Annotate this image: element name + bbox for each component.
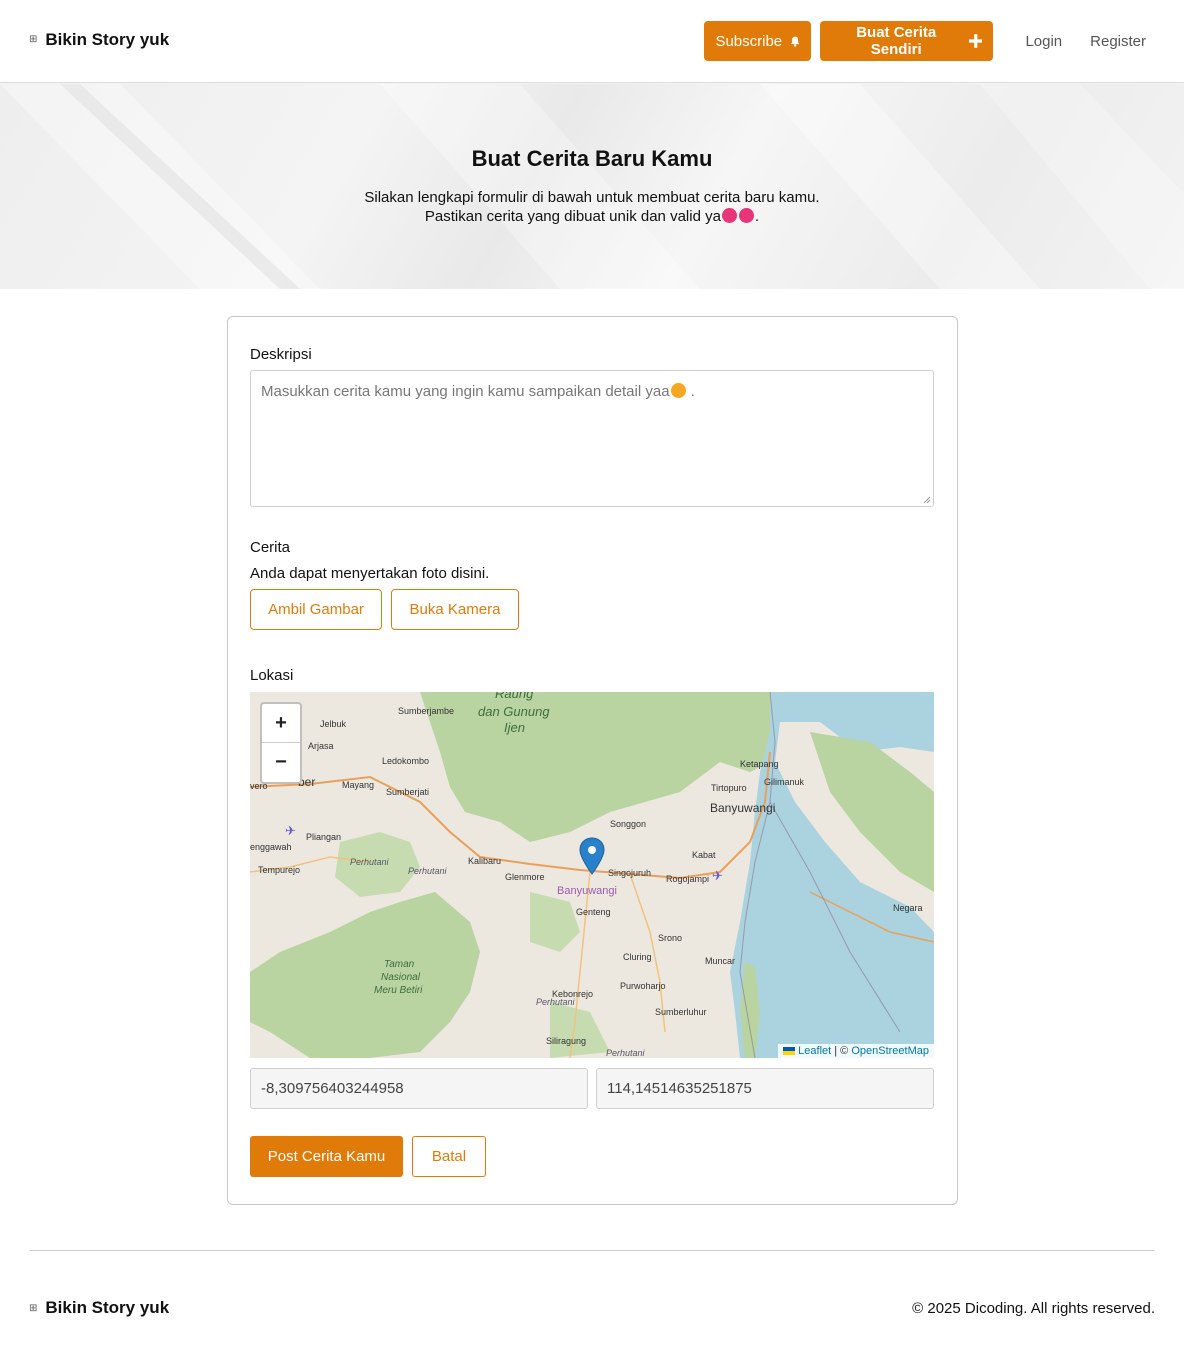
map-label-perhutani-4: Perhutani [606, 1048, 646, 1058]
map-label-gilimanuk: Gilimanuk [764, 777, 805, 787]
map-label-kabat: Kabat [692, 850, 716, 860]
deskripsi-label: Deskripsi [250, 346, 312, 363]
bell-icon [791, 36, 800, 47]
map-label-pliangan: Pliangan [306, 832, 341, 842]
deskripsi-textarea[interactable]: Masukkan cerita kamu yang ingin kamu sam… [250, 370, 934, 507]
map-label-enggawah: enggawah [250, 842, 292, 852]
map-label-perhutani-3: Perhutani [536, 997, 576, 1007]
map-attribution: Leaflet | © OpenStreetMap [778, 1044, 934, 1058]
location-map[interactable]: Raung dan Gunung Ijen Sumberjambe Jelbuk… [250, 692, 934, 1058]
cerita-label: Cerita [250, 539, 291, 556]
map-label-taman-1: Taman [384, 959, 415, 970]
map-label-ketapang: Ketapang [740, 759, 779, 769]
subtitle-line-2-text: Pastikan cerita yang dibuat unik dan val… [424, 208, 721, 225]
buka-kamera-button[interactable]: Buka Kamera [391, 589, 519, 630]
nav-actions: Subscribe Buat Cerita Sendiri Login Regi… [704, 21, 1160, 61]
map-label-taman-2: Nasional [381, 972, 421, 983]
grid-icon: ⊞ [29, 34, 38, 45]
zoom-in-button[interactable]: + [262, 704, 300, 743]
cerita-subtext: Anda dapat menyertakan foto disini. [250, 565, 490, 582]
post-story-button[interactable]: Post Cerita Kamu [250, 1136, 403, 1177]
map-label-purwoharjo: Purwoharjo [620, 981, 666, 991]
map-label-arjasa: Arjasa [308, 741, 334, 751]
airport-icon: ✈ [285, 823, 296, 838]
subtitle-line-1: Silakan lengkapi formulir di bawah untuk… [364, 189, 820, 206]
footer-divider [29, 1250, 1155, 1251]
login-link[interactable]: Login [1011, 33, 1076, 50]
map-label-mayang: Mayang [342, 780, 374, 790]
subtitle-line-2-end: . [754, 208, 760, 225]
subtitle-line-2: Pastikan cerita yang dibuat unik dan val… [0, 207, 1184, 226]
plus-icon [969, 34, 983, 48]
deskripsi-placeholder: Masukkan cerita kamu yang ingin kamu sam… [261, 383, 670, 400]
page-title: Buat Cerita Baru Kamu [471, 146, 713, 171]
map-label-kalibaru: Kalibaru [468, 856, 501, 866]
map-label-sumberjambe: Sumberjambe [398, 706, 454, 716]
leaflet-link[interactable]: Leaflet [798, 1045, 831, 1057]
brand-name: Bikin Story yuk [45, 30, 170, 49]
latitude-input[interactable]: -8,309756403244958 [250, 1068, 588, 1109]
map-label-glenmore: Glenmore [505, 872, 545, 882]
create-story-button[interactable]: Buat Cerita Sendiri [820, 21, 994, 61]
hero-background-pattern [0, 84, 1184, 289]
heart-eyes-emoji-icon [721, 208, 737, 223]
footer-brand: ⊞ Bikin Story yuk [29, 1298, 169, 1318]
map-label-ijen: dan Gunung [478, 704, 550, 719]
map-label-ijen2: Ijen [504, 720, 525, 735]
zoom-control: + − [260, 702, 302, 784]
heart-eyes-emoji-icon [738, 208, 754, 223]
subscribe-button[interactable]: Subscribe [704, 21, 812, 61]
ambil-gambar-button[interactable]: Ambil Gambar [250, 589, 382, 630]
map-label-genteng: Genteng [576, 907, 611, 917]
map-label-perhutani-2: Perhutani [408, 866, 448, 876]
lokasi-label: Lokasi [250, 667, 294, 684]
map-label-muncar: Muncar [705, 956, 735, 966]
ukraine-flag-icon [783, 1047, 796, 1055]
map-label-sumberluhur: Sumberluhur [655, 1007, 707, 1017]
map-label-tempurejo: Tempurejo [258, 865, 300, 875]
map-label-srono: Srono [658, 933, 682, 943]
map-label-banyuwangi-regency: Banyuwangi [557, 885, 617, 897]
longitude-input[interactable]: 114,14514635251875 [596, 1068, 934, 1109]
attribution-separator: | © [831, 1045, 852, 1057]
resize-handle-icon[interactable] [923, 496, 931, 504]
map-label-singojuruh: Singojuruh [608, 868, 651, 878]
map-label-rogojampi: Rogojampi [666, 874, 709, 884]
map-tiles[interactable]: Raung dan Gunung Ijen Sumberjambe Jelbuk… [250, 692, 934, 1058]
map-label-tirtopuro: Tirtopuro [711, 783, 747, 793]
hero-section: Buat Cerita Baru Kamu Silakan lengkapi f… [0, 84, 1184, 289]
subscribe-label: Subscribe [715, 32, 783, 50]
footer-brand-name: Bikin Story yuk [45, 1298, 170, 1317]
create-story-label: Buat Cerita Sendiri [856, 24, 937, 58]
map-label-ledokombo: Ledokombo [382, 756, 429, 766]
map-label-jelbuk: Jelbuk [320, 719, 347, 729]
story-form-card: Deskripsi Masukkan cerita kamu yang ingi… [227, 316, 958, 1205]
map-label-banyuwangi: Banyuwangi [710, 801, 775, 815]
brand[interactable]: ⊞ Bikin Story yuk [29, 30, 169, 50]
register-link[interactable]: Register [1076, 33, 1160, 50]
map-label-cluring: Cluring [623, 952, 652, 962]
map-label-sumberjati: Sumberjati [386, 787, 429, 797]
zoom-out-button[interactable]: − [262, 743, 300, 782]
page-subtitle: Silakan lengkapi formulir di bawah untuk… [0, 188, 1184, 226]
map-label-songgon: Songgon [610, 819, 646, 829]
openstreetmap-link[interactable]: OpenStreetMap [851, 1045, 929, 1057]
smiling-emoji-icon [670, 383, 686, 398]
map-label-negara: Negara [893, 903, 923, 913]
map-label-raung: Raung [495, 692, 534, 701]
airport-icon: ✈ [712, 868, 723, 883]
grid-icon: ⊞ [29, 1302, 38, 1314]
map-label-perhutani-1: Perhutani [350, 857, 390, 867]
copyright-text: © 2025 Dicoding. All rights reserved. [912, 1300, 1155, 1317]
deskripsi-placeholder-end: . [690, 383, 695, 400]
map-label-taman-3: Meru Betiri [374, 985, 423, 996]
map-label-siliragung: Siliragung [546, 1036, 586, 1046]
top-navbar: ⊞ Bikin Story yuk Subscribe Buat Cerita … [0, 0, 1184, 83]
cancel-button[interactable]: Batal [412, 1136, 486, 1177]
